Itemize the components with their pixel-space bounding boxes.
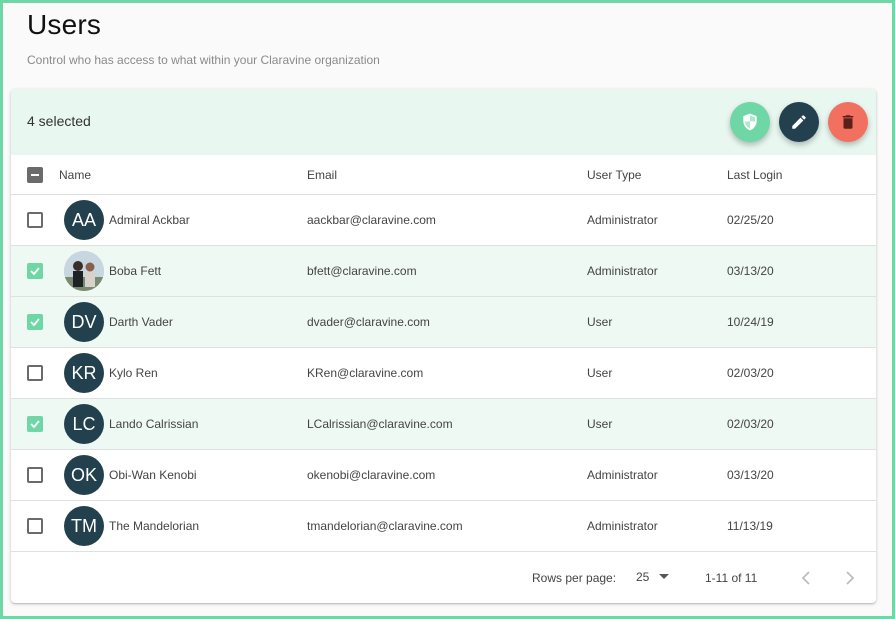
delete-button[interactable] [828, 102, 868, 142]
table-row[interactable]: TM The Mandelorian tmandelorian@claravin… [11, 501, 876, 552]
check-icon [30, 318, 40, 327]
previous-page-button[interactable] [794, 566, 818, 590]
avatar: KR [64, 353, 104, 393]
app-frame: Users Control who has access to what wit… [0, 0, 895, 619]
table-row[interactable]: AA Admiral Ackbar aackbar@claravine.com … [11, 195, 876, 246]
column-header-last-login[interactable]: Last Login [727, 168, 782, 182]
user-name: Lando Calrissian [109, 417, 199, 431]
column-header-email[interactable]: Email [307, 168, 337, 182]
chevron-right-icon [846, 571, 855, 585]
user-type: User [587, 366, 613, 380]
last-login: 02/25/20 [727, 213, 774, 227]
user-type: Administrator [587, 264, 658, 278]
avatar: LC [64, 404, 104, 444]
user-email: okenobi@claravine.com [307, 468, 436, 482]
next-page-button[interactable] [838, 566, 862, 590]
user-type: Administrator [587, 213, 658, 227]
avatar: AA [64, 200, 104, 240]
row-checkbox[interactable] [27, 467, 43, 483]
rows-per-page-select[interactable]: 25 [636, 570, 670, 584]
delete-icon [842, 115, 854, 129]
table-row[interactable]: Boba Fett bfett@claravine.com Administra… [11, 246, 876, 297]
avatar: TM [64, 506, 104, 546]
user-name: The Mandelorian [109, 519, 200, 533]
user-email: tmandelorian@claravine.com [307, 519, 463, 533]
last-login: 02/03/20 [727, 417, 774, 431]
last-login: 10/24/19 [727, 315, 774, 329]
table-row[interactable]: OK Obi-Wan Kenobi okenobi@claravine.com … [11, 450, 876, 501]
last-login: 11/13/19 [727, 519, 773, 533]
row-checkbox[interactable] [27, 314, 43, 330]
user-name: Darth Vader [109, 315, 173, 329]
user-name: Kylo Ren [109, 366, 158, 380]
column-header-user-type[interactable]: User Type [587, 168, 641, 182]
user-type: User [587, 417, 613, 431]
row-checkbox[interactable] [27, 365, 43, 381]
chevron-left-icon [801, 571, 810, 585]
user-type: User [587, 315, 613, 329]
check-icon [30, 420, 40, 429]
pagination-range: 1-11 of 11 [705, 571, 758, 585]
avatar-photo-image [64, 251, 104, 291]
last-login: 03/13/20 [727, 264, 774, 278]
table-row[interactable]: DV Darth Vader dvader@claravine.com User… [11, 297, 876, 348]
table-pagination: Rows per page: 25 1-11 of 11 [11, 552, 876, 603]
user-email: bfett@claravine.com [307, 264, 417, 278]
table-row[interactable]: KR Kylo Ren KRen@claravine.com User 02/0… [11, 348, 876, 399]
selection-toolbar: 4 selected [11, 89, 876, 155]
table-header: Name Email User Type Last Login [11, 155, 876, 195]
table-row[interactable]: LC Lando Calrissian LCalrissian@claravin… [11, 399, 876, 450]
select-all-checkbox[interactable] [27, 167, 43, 183]
rows-per-page-value: 25 [636, 570, 650, 584]
check-icon [30, 267, 40, 276]
last-login: 03/13/20 [727, 468, 774, 482]
avatar-photo [64, 251, 104, 291]
user-type: Administrator [587, 468, 658, 482]
edit-button[interactable] [779, 102, 819, 142]
edit-icon [792, 115, 806, 129]
row-checkbox[interactable] [27, 518, 43, 534]
permissions-button[interactable] [730, 102, 770, 142]
rows-per-page-label: Rows per page: [532, 571, 617, 585]
user-type: Administrator [587, 519, 658, 533]
page-subtitle: Control who has access to what within yo… [27, 53, 380, 67]
row-checkbox[interactable] [27, 263, 43, 279]
user-email: LCalrissian@claravine.com [307, 417, 453, 431]
user-email: aackbar@claravine.com [307, 213, 436, 227]
user-name: Boba Fett [109, 264, 162, 278]
avatar: DV [64, 302, 104, 342]
shield-icon [743, 113, 757, 131]
page-title: Users [27, 9, 102, 40]
user-email: KRen@claravine.com [307, 366, 424, 380]
caret-down-icon [659, 574, 670, 579]
row-checkbox[interactable] [27, 212, 43, 228]
avatar: OK [64, 455, 104, 495]
minus-icon [31, 174, 39, 176]
user-name: Admiral Ackbar [109, 213, 190, 227]
column-header-name[interactable]: Name [59, 168, 91, 182]
page-header: Users Control who has access to what wit… [27, 9, 380, 67]
last-login: 02/03/20 [727, 366, 774, 380]
user-email: dvader@claravine.com [307, 315, 430, 329]
selected-count: 4 selected [27, 113, 91, 129]
row-checkbox[interactable] [27, 416, 43, 432]
user-name: Obi-Wan Kenobi [109, 468, 197, 482]
users-table-card: 4 selected Name Email User Type Last Log… [11, 89, 876, 603]
